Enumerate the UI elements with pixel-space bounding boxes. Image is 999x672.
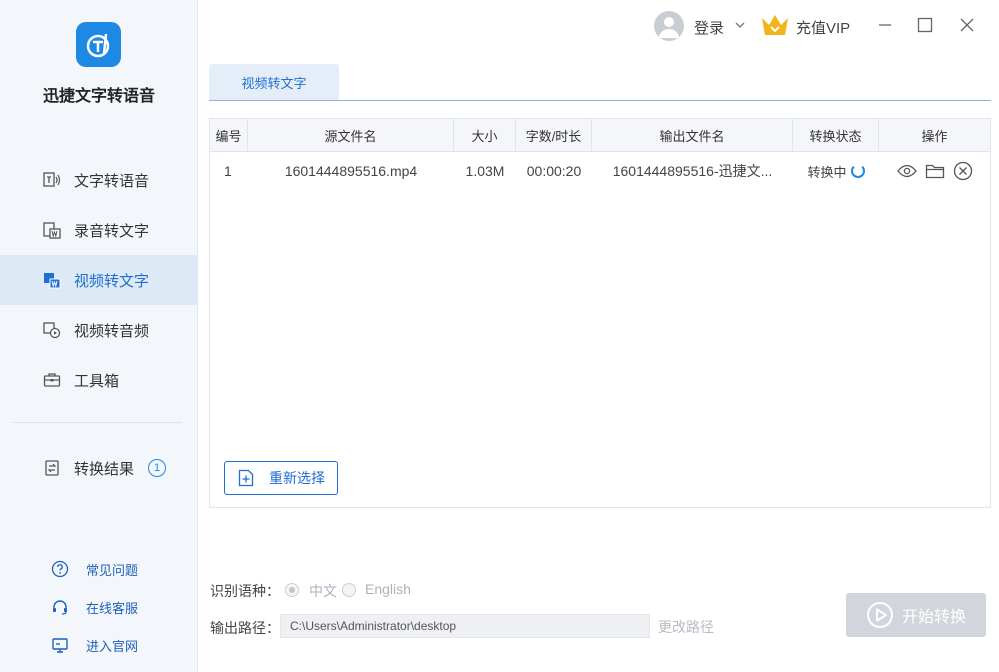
table-row[interactable]: 1 1601444895516.mp4 1.03M 00:00:20 16014… [210, 152, 990, 190]
official-site-link[interactable]: 进入官网 [50, 626, 190, 664]
sidebar-item-label: 转换结果 [74, 460, 135, 478]
sidebar-item-toolbox[interactable]: 工具箱 [0, 355, 198, 405]
sidebar-nav: 文字转语音 录音转文字 视频转文字 视频转音频 工具箱 [0, 155, 198, 405]
output-path-field[interactable]: C:\Users\Administrator\desktop [280, 614, 650, 638]
column-header-actions: 操作 [921, 128, 948, 144]
radio-english-label[interactable]: English [365, 581, 411, 597]
sidebar-item-label: 视频转音频 [74, 322, 150, 340]
convert-results-icon [42, 458, 62, 478]
maximize-icon [917, 17, 933, 33]
column-header-status: 转换状态 [793, 119, 879, 151]
table-header: 编号 源文件名 大小 字数/时长 输出文件名 转换状态 操作 [210, 119, 990, 152]
start-convert-label: 开始转换 [901, 609, 966, 626]
row-output-filename: 1601444895516-迅捷文... [612, 163, 773, 179]
row-source-filename: 1601444895516.mp4 [284, 163, 418, 179]
audio-to-text-icon [42, 220, 62, 240]
sidebar-item-label: 视频转文字 [74, 272, 150, 290]
logo-icon [86, 33, 109, 57]
preview-eye-icon[interactable] [896, 161, 917, 181]
sidebar: 迅捷文字转语音 文字转语音 录音转文字 视频转文字 视频转音频 工具箱 转换结果… [0, 0, 198, 672]
row-duration: 00:00:20 [526, 163, 582, 179]
row-size: 1.03M [465, 163, 505, 179]
open-folder-icon[interactable] [925, 161, 945, 181]
row-status: 转换中 [807, 162, 865, 181]
radio-english[interactable] [342, 583, 356, 597]
monitor-icon [50, 635, 70, 655]
help-link-label: 常见问题 [86, 562, 139, 578]
output-path-label: 输出路径： [210, 620, 280, 636]
user-icon [659, 17, 679, 38]
status-text: 转换中 [807, 164, 847, 180]
headset-icon [50, 597, 70, 617]
results-count-badge: 1 [148, 459, 167, 477]
app-title: 迅捷文字转语音 [42, 88, 155, 105]
minimize-icon [879, 24, 891, 26]
topbar: 登录 充值VIP [198, 0, 999, 52]
column-header-index: 编号 [210, 119, 248, 151]
sidebar-item-label: 工具箱 [74, 372, 120, 390]
delete-circle-x-icon[interactable] [953, 161, 973, 181]
login-link[interactable]: 登录 [694, 17, 724, 38]
sidebar-divider [12, 422, 182, 423]
sidebar-item-video-to-audio[interactable]: 视频转音频 [0, 305, 198, 355]
change-path-button[interactable]: 更改路径 [658, 617, 714, 637]
sidebar-item-results[interactable]: 转换结果 1 [0, 443, 198, 493]
help-link-label: 进入官网 [86, 638, 139, 654]
reselect-button[interactable]: 重新选择 [224, 461, 338, 495]
crown-icon[interactable] [760, 12, 790, 43]
row-actions [879, 152, 990, 190]
row-index: 1 [224, 163, 232, 179]
file-table: 编号 源文件名 大小 字数/时长 输出文件名 转换状态 操作 1 1601444… [209, 118, 991, 508]
help-link-label: 在线客服 [86, 600, 139, 616]
tab-video-to-text[interactable]: 视频转文字 [209, 64, 339, 100]
faq-link[interactable]: 常见问题 [50, 550, 190, 588]
column-header-size: 大小 [454, 119, 516, 151]
maximize-button[interactable] [914, 14, 936, 36]
radio-selected-dot [289, 587, 295, 593]
sidebar-item-label: 录音转文字 [74, 222, 150, 240]
question-icon [50, 559, 70, 579]
video-to-audio-icon [42, 320, 62, 340]
vip-recharge-link[interactable]: 充值VIP [796, 17, 850, 38]
play-circle-icon [866, 601, 894, 629]
language-label: 识别语种： [210, 583, 280, 599]
sidebar-item-audio-to-text[interactable]: 录音转文字 [0, 205, 198, 255]
column-header-output: 输出文件名 [592, 119, 793, 151]
radio-chinese-label[interactable]: 中文 [309, 581, 337, 601]
start-convert-button[interactable]: 开始转换 [846, 593, 986, 637]
toolbox-icon [42, 370, 62, 390]
minimize-button[interactable] [874, 14, 896, 36]
row-status-cell: 转换中 [793, 152, 879, 190]
radio-chinese[interactable] [285, 583, 299, 597]
chevron-down-icon[interactable] [734, 18, 746, 36]
sidebar-item-text-to-speech[interactable]: 文字转语音 [0, 155, 198, 205]
video-to-text-icon [42, 270, 62, 290]
add-file-icon [237, 469, 255, 487]
sidebar-item-video-to-text[interactable]: 视频转文字 [0, 255, 198, 305]
close-icon [960, 18, 974, 32]
column-header-source: 源文件名 [248, 119, 454, 151]
close-button[interactable] [956, 14, 978, 36]
online-service-link[interactable]: 在线客服 [50, 588, 190, 626]
avatar[interactable] [654, 11, 684, 41]
tab-underline [209, 100, 991, 101]
loading-spinner-icon [850, 164, 865, 178]
text-to-speech-icon [42, 170, 62, 190]
app-logo [76, 22, 121, 67]
column-header-duration: 字数/时长 [516, 119, 592, 151]
reselect-label: 重新选择 [269, 470, 325, 486]
help-links: 常见问题 在线客服 进入官网 [50, 550, 190, 664]
sidebar-item-label: 文字转语音 [74, 172, 150, 190]
